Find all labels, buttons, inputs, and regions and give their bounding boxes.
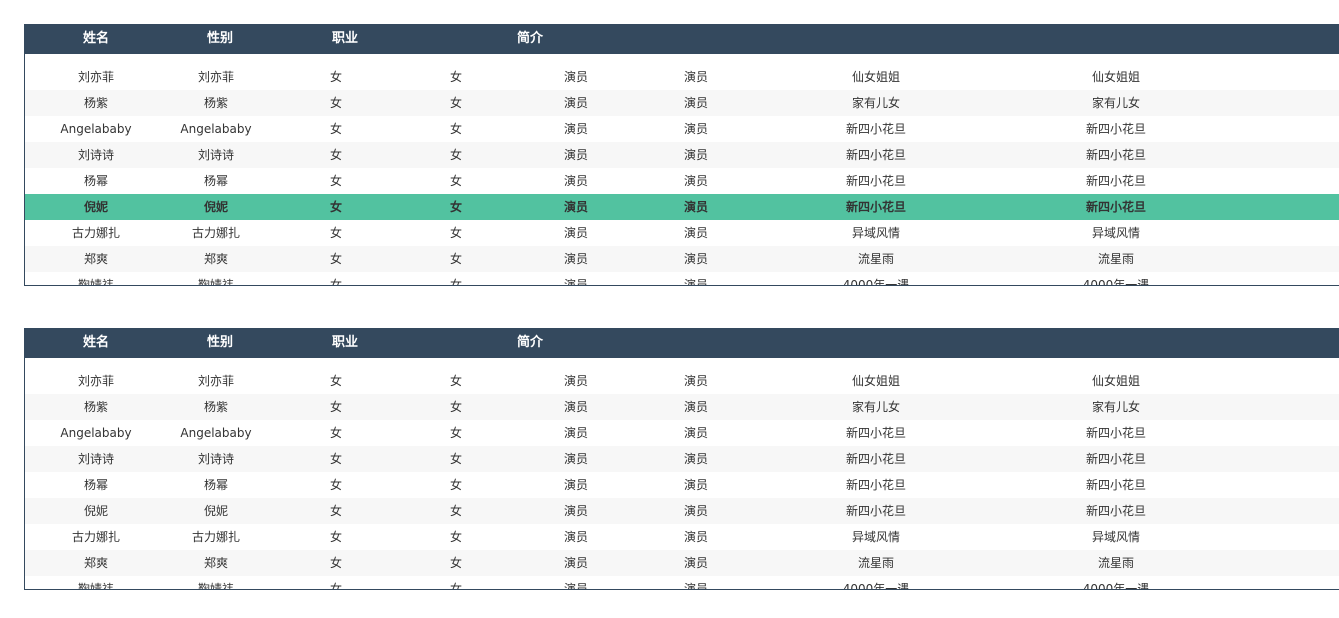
- table-header: 姓名 性别 职业 简介: [25, 24, 1339, 54]
- table-cell: 家有儿女: [851, 96, 900, 110]
- table-body[interactable]: 刘亦菲 刘亦菲女女演员 演员 仙女姐姐 仙女姐姐 杨紫 杨紫女女演员 演员 家有儿女 家有儿女 An…: [25, 64, 1339, 286]
- table-row[interactable]: 倪妮 倪妮女女演员 演员 新四小花旦 新四小花旦: [25, 498, 1339, 524]
- table-cell: 新四小花旦: [1085, 200, 1146, 214]
- table-cell: 仙女姐姐: [851, 374, 900, 388]
- table-cell: 新四小花旦: [845, 478, 906, 492]
- table-cell: 家有儿女: [1091, 400, 1140, 414]
- table-cell: 流星雨: [857, 556, 894, 570]
- table-row-selected[interactable]: 倪妮 倪妮女女演员 演员 新四小花旦 新四小花旦: [25, 194, 1339, 220]
- table-cell: 演员: [683, 504, 708, 518]
- table-row[interactable]: 刘诗诗 刘诗诗女女演员 演员 新四小花旦 新四小花旦: [25, 142, 1339, 168]
- table-body[interactable]: 刘亦菲 刘亦菲女女演员 演员 仙女姐姐 仙女姐姐 杨紫 杨紫女女演员 演员 家有儿女 家有儿女 An…: [25, 368, 1339, 590]
- table-cell: 新四小花旦: [1085, 122, 1146, 136]
- table-row[interactable]: 鞠婧祎 鞠婧祎女女演员 演员 4000年一遇 4000年一遇: [25, 576, 1339, 590]
- table-row[interactable]: 古力娜扎 古力娜扎女女演员 演员 异域风情 异域风情: [25, 524, 1339, 550]
- header-cell[interactable]: 简介: [455, 328, 605, 358]
- table-cell: 新四小花旦: [1085, 478, 1146, 492]
- table-cell: 新四小花旦: [845, 452, 906, 466]
- table-cell: 仙女姐姐: [1091, 374, 1140, 388]
- table-cell: 4000年一遇: [842, 582, 910, 590]
- table-cell: 新四小花旦: [845, 200, 906, 214]
- table-row[interactable]: 杨幂 杨幂女女演员 演员 新四小花旦 新四小花旦: [25, 168, 1339, 194]
- table-cell: 演员: [683, 582, 708, 590]
- table-cell: 新四小花旦: [845, 122, 906, 136]
- table-cell: 新四小花旦: [1085, 174, 1146, 188]
- table-cell: 演员: [683, 148, 708, 162]
- table-row[interactable]: 刘亦菲 刘亦菲女女演员 演员 仙女姐姐 仙女姐姐: [25, 368, 1339, 394]
- table-row[interactable]: 刘诗诗 刘诗诗女女演员 演员 新四小花旦 新四小花旦: [25, 446, 1339, 472]
- table-cell: 新四小花旦: [1085, 426, 1146, 440]
- table-cell: 新四小花旦: [845, 426, 906, 440]
- header-cell[interactable]: 职业: [275, 328, 415, 358]
- table-cell: 演员: [683, 530, 708, 544]
- table-cell: 演员: [683, 96, 708, 110]
- table-cell: 异域风情: [1091, 226, 1140, 240]
- table-row[interactable]: Angelababy Angelababy 女女演员 演员 新四小花旦 新四小花旦: [25, 116, 1339, 142]
- table-cell: 流星雨: [1097, 252, 1134, 266]
- table-cell: 新四小花旦: [845, 504, 906, 518]
- table-cell: 演员: [683, 478, 708, 492]
- table-cell: 家有儿女: [1091, 96, 1140, 110]
- table-cell: 演员: [683, 278, 708, 286]
- table-row[interactable]: Angelababy Angelababy 女女演员 演员 新四小花旦 新四小花旦: [25, 420, 1339, 446]
- table-cell: 仙女姐姐: [1091, 70, 1140, 84]
- table-row[interactable]: 杨紫 杨紫女女演员 演员 家有儿女 家有儿女: [25, 90, 1339, 116]
- table-cell: 异域风情: [1091, 530, 1140, 544]
- table-cell: 演员: [683, 200, 708, 214]
- table-cell: 演员: [683, 452, 708, 466]
- table-cell: 流星雨: [857, 252, 894, 266]
- header-cell[interactable]: 简介: [455, 24, 605, 54]
- table-cell: 演员: [683, 174, 708, 188]
- table-cell: 新四小花旦: [845, 174, 906, 188]
- table-cell: 新四小花旦: [1085, 148, 1146, 162]
- table-row[interactable]: 杨紫 杨紫女女演员 演员 家有儿女 家有儿女: [25, 394, 1339, 420]
- table-cell: 新四小花旦: [845, 148, 906, 162]
- table-cell: 演员: [683, 70, 708, 84]
- header-cell[interactable]: 性别: [145, 328, 295, 358]
- table-cell: 4000年一遇: [1082, 582, 1150, 590]
- table-cell: 演员: [683, 252, 708, 266]
- table-cell: 新四小花旦: [1085, 452, 1146, 466]
- table-cell: 流星雨: [1097, 556, 1134, 570]
- data-table-2[interactable]: 姓名 性别 职业 简介 刘亦菲 刘亦菲女女演员 演员 仙女姐姐 仙女姐姐 杨紫 杨紫女女演员 演员 家有…: [24, 328, 1339, 590]
- table-cell: 4000年一遇: [842, 278, 910, 286]
- table-row[interactable]: 古力娜扎 古力娜扎女女演员 演员 异域风情 异域风情: [25, 220, 1339, 246]
- table-cell: 演员: [683, 400, 708, 414]
- table-cell: 异域风情: [851, 530, 900, 544]
- header-cell[interactable]: 职业: [275, 24, 415, 54]
- table-row[interactable]: 郑爽 郑爽女女演员 演员 流星雨 流星雨: [25, 550, 1339, 576]
- table-cell: 演员: [683, 226, 708, 240]
- table-cell: 异域风情: [851, 226, 900, 240]
- table-header: 姓名 性别 职业 简介: [25, 328, 1339, 358]
- table-cell: 演员: [683, 122, 708, 136]
- table-cell: 仙女姐姐: [851, 70, 900, 84]
- table-cell: 家有儿女: [851, 400, 900, 414]
- table-cell: 4000年一遇: [1082, 278, 1150, 286]
- data-table-1[interactable]: 姓名 性别 职业 简介 刘亦菲 刘亦菲女女演员 演员 仙女姐姐 仙女姐姐 杨紫 杨紫女女演员 演员 家有…: [24, 24, 1339, 286]
- table-row[interactable]: 杨幂 杨幂女女演员 演员 新四小花旦 新四小花旦: [25, 472, 1339, 498]
- table-cell: 演员: [683, 374, 708, 388]
- table-row[interactable]: 郑爽 郑爽女女演员 演员 流星雨 流星雨: [25, 246, 1339, 272]
- table-row[interactable]: 鞠婧祎 鞠婧祎女女演员 演员 4000年一遇 4000年一遇: [25, 272, 1339, 286]
- header-cell[interactable]: 性别: [145, 24, 295, 54]
- table-cell: 演员: [683, 426, 708, 440]
- table-cell: 新四小花旦: [1085, 504, 1146, 518]
- table-row[interactable]: 刘亦菲 刘亦菲女女演员 演员 仙女姐姐 仙女姐姐: [25, 64, 1339, 90]
- table-cell: 演员: [683, 556, 708, 570]
